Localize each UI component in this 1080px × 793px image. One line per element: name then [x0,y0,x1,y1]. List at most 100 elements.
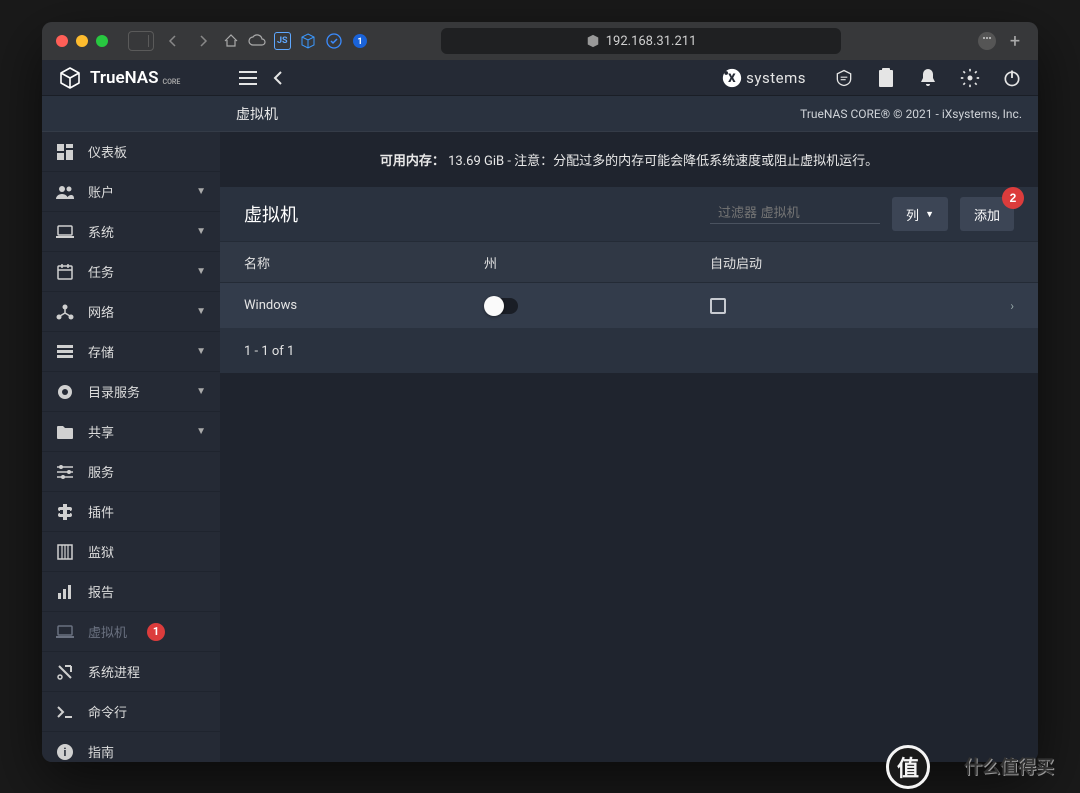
table-row[interactable]: Windows › [220,283,1038,329]
sidebar-item-jails[interactable]: 监狱 [42,532,220,572]
browser-titlebar: JS 1 192.168.31.211 + [42,22,1038,60]
ixsystems-link[interactable]: X systems [722,68,806,88]
notifications-icon[interactable] [918,68,938,88]
breadcrumb-bar: 虚拟机 TrueNAS CORE® © 2021 - iXsystems, In… [42,96,1038,132]
main-content: 可用内存： 13.69 GiB - 注意：分配过多的内存可能会降低系统速度或阻止… [220,132,1038,762]
autostart-checkbox[interactable] [710,298,726,314]
tune-icon [56,463,74,481]
sidebar-item-directory[interactable]: 目录服务 ▼ [42,372,220,412]
sidebar-item-storage[interactable]: 存储 ▼ [42,332,220,372]
columns-button-label: 列 [906,205,919,224]
sidebar-item-guide[interactable]: i 指南 [42,732,220,762]
back-button[interactable] [162,30,184,52]
jail-icon [56,543,74,561]
cloud-icon[interactable] [248,32,266,50]
sidebar-item-shell[interactable]: 命令行 [42,692,220,732]
chevron-down-icon: ▼ [196,426,206,437]
network-icon [56,303,74,321]
home-icon[interactable] [222,32,240,50]
sidebar-item-label: 监狱 [88,542,114,561]
cube-extension-icon[interactable] [299,32,317,50]
sidebar-item-label: 插件 [88,502,114,521]
brand-sub: CORE [163,78,181,86]
table-header: 名称 州 自动启动 [220,241,1038,283]
sidebar-item-tasks[interactable]: 任务 ▼ [42,252,220,292]
watermark-icon-text: 值 [897,751,919,783]
dashboard-icon [56,143,74,161]
settings-icon[interactable] [960,68,980,88]
watermark-logo: 值 [886,745,930,789]
sidebar-item-reporting[interactable]: 报告 [42,572,220,612]
reader-icon[interactable] [978,32,996,50]
col-header-state[interactable]: 州 [484,253,710,272]
truecommand-icon[interactable] [834,68,854,88]
people-icon [56,183,74,201]
minimize-window-button[interactable] [76,35,88,47]
sidebar-item-system[interactable]: 系统 ▼ [42,212,220,252]
chevron-down-icon: ▼ [196,306,206,317]
add-button[interactable]: 添加 2 [960,197,1014,231]
chevron-down-icon: ▼ [196,266,206,277]
sidebar: 仪表板 账户 ▼ 系统 ▼ 任务 ▼ 网络 ▼ [42,132,220,762]
checkmark-extension-icon[interactable] [325,32,343,50]
col-header-name[interactable]: 名称 [244,253,484,272]
vm-name: Windows [244,298,484,313]
new-tab-button[interactable]: + [1006,32,1024,50]
table-footer: 1 - 1 of 1 [220,329,1038,373]
state-toggle[interactable] [484,298,518,314]
watermark-text: 什么值得买 [964,753,1054,779]
sidebar-item-plugins[interactable]: 插件 [42,492,220,532]
sidebar-item-label: 共享 [88,422,114,441]
chevron-down-icon: ▼ [925,209,934,219]
js-badge-icon[interactable]: JS [274,32,291,50]
browser-window: JS 1 192.168.31.211 + TrueNAS CORE [42,22,1038,762]
row-expand-icon[interactable]: › [978,299,1014,313]
sidebar-item-label: 仪表板 [88,142,127,161]
plugin-icon [56,503,74,521]
memory-value: 13.69 GiB [448,154,504,169]
sidebar-item-label: 指南 [88,742,114,761]
add-badge: 2 [1002,187,1024,209]
sidebar-toggle-button[interactable] [128,31,154,51]
folder-icon [56,423,74,441]
onepassword-icon[interactable]: 1 [351,32,369,50]
zoom-window-button[interactable] [96,35,108,47]
columns-button[interactable]: 列 ▼ [892,197,948,231]
clipboard-icon[interactable] [876,68,896,88]
calendar-icon [56,263,74,281]
sidebar-item-label: 账户 [88,182,114,201]
panel-title: 虚拟机 [244,201,298,227]
ixsystems-icon: X [722,68,742,88]
sidebar-item-accounts[interactable]: 账户 ▼ [42,172,220,212]
brand-name: TrueNAS [90,68,159,88]
sidebar-item-network[interactable]: 网络 ▼ [42,292,220,332]
chevron-down-icon: ▼ [196,386,206,397]
sidebar-item-sharing[interactable]: 共享 ▼ [42,412,220,452]
filter-wrap [710,205,880,224]
chart-icon [56,583,74,601]
sidebar-item-display-processes[interactable]: 系统进程 [42,652,220,692]
sidebar-item-dashboard[interactable]: 仪表板 [42,132,220,172]
sidebar-item-virtual-machines[interactable]: 虚拟机 1 [42,612,220,652]
forward-button[interactable] [192,30,214,52]
filter-input[interactable] [718,205,894,220]
chevron-down-icon: ▼ [196,186,206,197]
traffic-lights [56,35,108,47]
sidebar-item-label: 任务 [88,262,114,281]
address-bar[interactable]: 192.168.31.211 [441,28,841,54]
memory-notice: 可用内存： 13.69 GiB - 注意：分配过多的内存可能会降低系统速度或阻止… [220,150,1038,169]
memory-warning: - 注意：分配过多的内存可能会降低系统速度或阻止虚拟机运行。 [507,154,878,169]
col-header-autostart[interactable]: 自动启动 [710,253,978,272]
sidebar-item-services[interactable]: 服务 [42,452,220,492]
process-icon [56,663,74,681]
power-icon[interactable] [1002,68,1022,88]
sidebar-item-label: 系统进程 [88,662,140,681]
hamburger-menu-button[interactable] [238,68,258,88]
sidebar-item-label: 网络 [88,302,114,321]
vendor-name: systems [746,69,806,87]
header-back-button[interactable] [268,68,288,88]
laptop-icon [56,623,74,641]
sidebar-item-label: 命令行 [88,702,127,721]
close-window-button[interactable] [56,35,68,47]
truenas-logo[interactable]: TrueNAS CORE [58,66,218,90]
